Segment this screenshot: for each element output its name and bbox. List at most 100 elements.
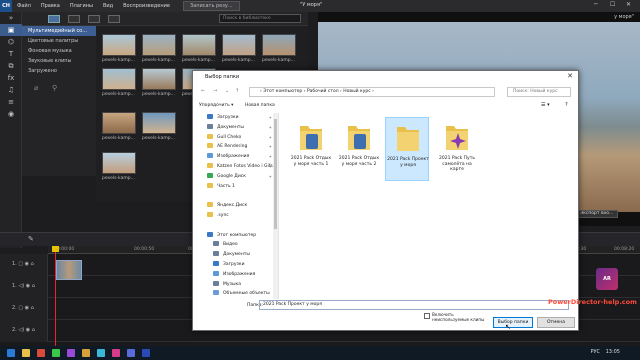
menu-view[interactable]: Вид [98,3,118,9]
overlay-room-icon[interactable]: ⌬ [0,36,22,48]
media-thumbnail[interactable] [222,34,256,56]
filter-icon[interactable]: ⚲ [52,84,57,92]
nav-item[interactable]: Google Диск ✦ [199,172,278,182]
app-icon[interactable] [67,349,75,357]
maximize-icon[interactable]: ☐ [610,1,615,8]
category-color-boards[interactable]: Цветовые палитры [22,36,96,46]
edit-icon[interactable]: ✎ [28,235,34,243]
category-sound-clips[interactable]: Звуковые клипы [22,56,96,66]
help-icon[interactable]: ? [565,102,568,108]
menu-file[interactable]: Файл [12,3,36,9]
forward-arrow-icon[interactable]: → [213,88,217,94]
app-icon[interactable] [112,349,120,357]
media-thumbnail[interactable] [102,34,136,56]
nav-item-label: Музыка [223,281,241,287]
dialog-close-icon[interactable]: ✕ [567,72,573,80]
nav-item[interactable]: Изображения [199,270,278,280]
nav-item[interactable]: Загрузки ✦ [199,113,278,123]
organize-menu[interactable]: Упорядочить ▾ [199,103,233,108]
nav-item[interactable]: Яндекс.Диск [199,201,278,211]
import-media-icon[interactable] [48,15,60,23]
nav-item[interactable]: Документы [199,250,278,260]
nav-item[interactable]: .sync [199,211,278,221]
tag-icon[interactable]: ⌀ [34,84,38,92]
nav-item[interactable]: Объемные объекты [199,289,278,299]
category-background-music[interactable]: Фоновая музыка [22,46,96,56]
media-room-icon[interactable]: ▣ [0,24,22,36]
playhead-handle[interactable] [52,246,59,252]
nav-item-icon [207,172,213,178]
category-media[interactable]: Мультимедийный со... [22,26,96,36]
effect-room-icon[interactable]: fx [0,72,22,84]
nav-item[interactable]: Музыка [199,280,278,290]
scrollbar-thumb[interactable] [274,119,277,229]
dialog-search-input[interactable]: Поиск: Новый курс [507,87,571,97]
nav-item[interactable]: Видео [199,240,278,250]
subtitle-room-icon[interactable]: ≡ [0,96,22,108]
nav-item[interactable]: Изображения ✦ [199,152,278,162]
media-thumbnail[interactable] [102,112,136,134]
app-icon[interactable] [82,349,90,357]
folder-name-input[interactable]: 2021 Pack Проект у моря [259,300,569,310]
capture-room-icon[interactable]: ◉ [0,108,22,120]
playhead[interactable] [55,246,56,346]
audio-room-icon[interactable]: ♫ [0,84,22,96]
video-filter-icon[interactable] [88,15,100,23]
cancel-button[interactable]: Отмена [537,317,575,328]
app-icon[interactable] [127,349,135,357]
folder-item-selected[interactable]: 2021 Pack Проект у моря [385,117,429,181]
select-folder-dialog: Выбор папки ✕ ← → ⌄ ↑ › Этот компьютер ›… [192,70,579,331]
nav-item[interactable]: Этот компьютер [199,231,278,241]
media-filter-icon[interactable] [68,15,80,23]
image-filter-icon[interactable] [108,15,120,23]
explorer-icon[interactable] [22,349,30,357]
media-thumbnail[interactable] [142,112,176,134]
menu-playback[interactable]: Воспроизведение [118,3,175,9]
recent-dropdown-icon[interactable]: ⌄ [225,88,229,94]
app-icon[interactable] [52,349,60,357]
media-thumbnail[interactable] [262,34,296,56]
back-arrow-icon[interactable]: ← [201,88,205,94]
language-indicator[interactable]: РУС [590,349,600,355]
category-downloaded[interactable]: Загружено [22,66,96,76]
up-arrow-icon[interactable]: ↑ [235,88,239,94]
thumbnail-label: pexels-kamp... [142,136,175,141]
folder-item[interactable]: 2021 Pack Отдых у моря часть 2 [337,117,381,181]
include-unused-checkbox[interactable] [424,313,430,319]
menu-plugins[interactable]: Плагины [65,3,98,9]
clock[interactable]: 13:05 [606,349,620,355]
pin-icon: ✦ [268,124,272,130]
nav-item[interactable]: Gull Cheko ✦ [199,133,278,143]
menu-edit[interactable]: Правка [36,3,65,9]
nav-item[interactable]: Часть 1 [199,182,278,192]
export-button[interactable]: Экспорт вхо... [576,210,618,218]
view-options-icon[interactable]: ☰ ▾ [541,102,550,108]
select-folder-button[interactable]: Выбор папки [493,317,533,328]
windows-taskbar: РУС 13:05 [0,346,640,360]
media-thumbnail[interactable] [102,68,136,90]
nav-item[interactable]: Документы ✦ [199,123,278,133]
address-bar[interactable]: › Этот компьютер › Рабочий стол › Новый … [249,87,495,97]
new-folder-button[interactable]: Новая папка [245,103,275,108]
transition-room-icon[interactable]: ⧉ [0,60,22,72]
media-thumbnail[interactable] [142,34,176,56]
nav-item[interactable]: Katzen Fotos Video i Gifs ✦ [199,162,278,172]
folder-item[interactable]: 2021 Pack Путь самолёта на карте [435,117,479,181]
minimize-icon[interactable]: ─ [594,1,598,8]
media-thumbnail[interactable] [182,34,216,56]
app-icon[interactable] [97,349,105,357]
close-icon[interactable]: ✕ [626,1,631,8]
nav-item[interactable]: Загрузки [199,260,278,270]
navigation-scrollbar[interactable] [273,113,278,299]
powerdirector-taskbar-icon[interactable] [142,349,150,357]
title-room-icon[interactable]: T [0,48,22,60]
app-icon[interactable] [37,349,45,357]
folder-item[interactable]: 2021 Pack Отдых у моря часть 1 [289,117,333,181]
save-project-button[interactable]: Записать резу... [182,1,240,11]
library-search-input[interactable]: Поиск в библиотеке [219,14,301,23]
nav-item[interactable]: AE Rendering ✦ [199,142,278,152]
collapse-icon[interactable]: » [0,12,22,24]
media-thumbnail[interactable] [142,68,176,90]
media-thumbnail[interactable] [102,152,136,174]
start-icon[interactable] [7,349,15,357]
